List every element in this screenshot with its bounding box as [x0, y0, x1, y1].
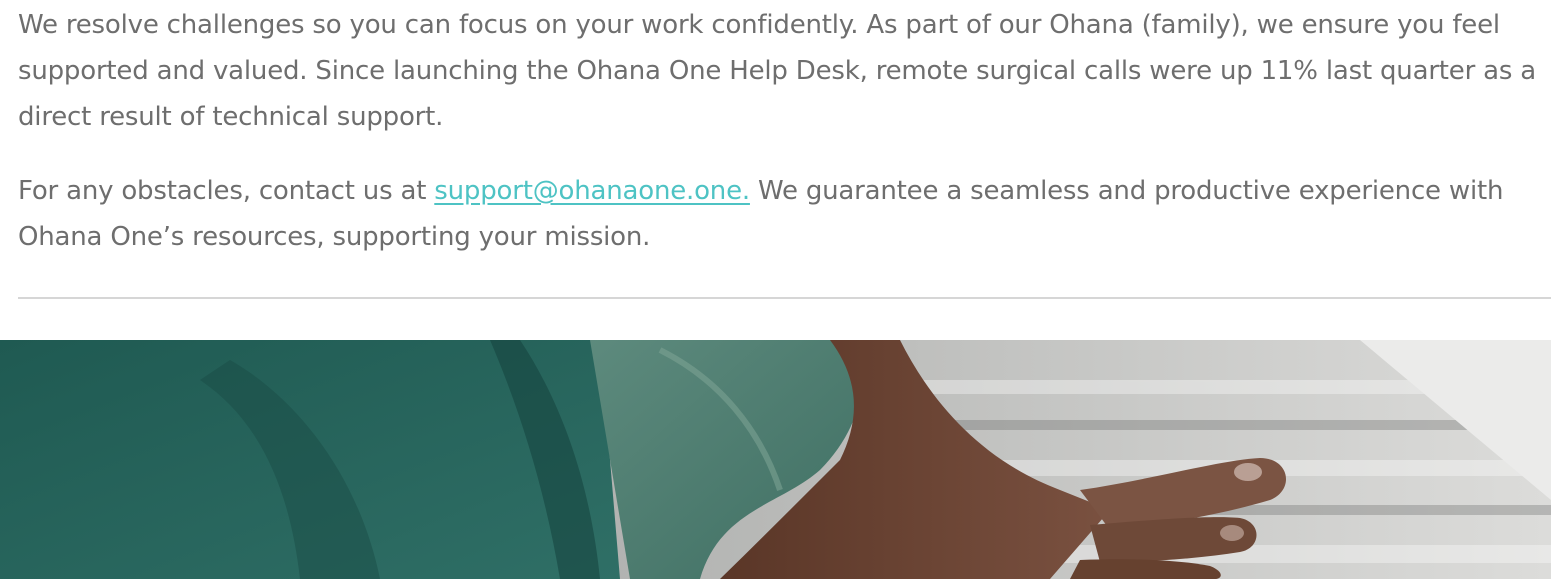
support-email-link[interactable]: support@ohanaone.one.	[434, 176, 750, 206]
section-divider	[18, 297, 1551, 299]
contact-text-lead: For any obstacles, contact us at	[18, 176, 435, 206]
contact-paragraph: For any obstacles, contact us at support…	[18, 168, 1546, 260]
help-desk-paragraph: We resolve challenges so you can focus o…	[18, 10, 1537, 132]
hero-photo	[0, 340, 1551, 579]
photo-illustration	[0, 340, 1551, 579]
